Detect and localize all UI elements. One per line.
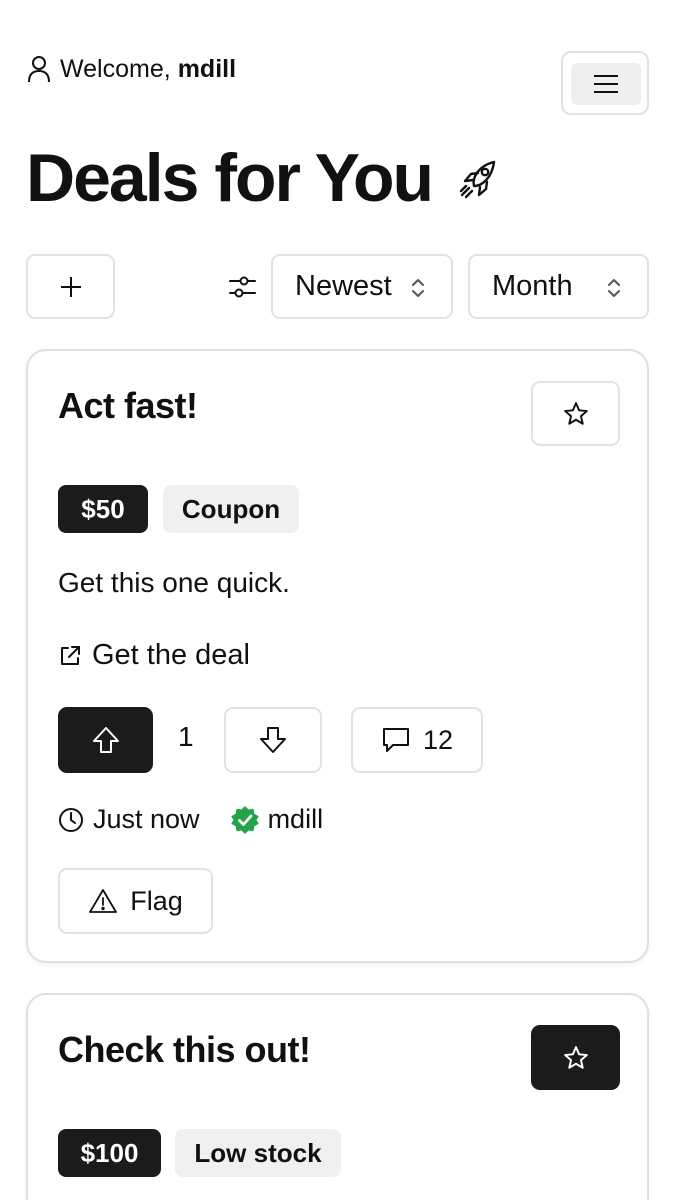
external-link-icon	[61, 645, 80, 665]
welcome-text: Welcome,	[60, 54, 171, 83]
menu-button-inner	[571, 63, 641, 105]
favorite-button[interactable]	[531, 1025, 620, 1090]
clock-icon	[59, 807, 83, 832]
sort-select-value: Newest	[295, 270, 392, 302]
sort-select[interactable]: Newest	[271, 254, 453, 319]
price-tag: $100	[58, 1129, 161, 1177]
price-tag: $50	[58, 485, 148, 533]
deal-card: Check this out! $100 Low stock	[26, 993, 649, 1200]
page-title: Deals for You	[26, 140, 434, 216]
favorite-button[interactable]	[531, 381, 620, 446]
arrow-up-icon	[92, 727, 119, 753]
author-name[interactable]: mdill	[268, 804, 324, 835]
plus-icon	[60, 276, 81, 297]
period-select[interactable]: Month	[468, 254, 649, 319]
message-icon	[382, 728, 409, 752]
period-select-value: Month	[492, 270, 573, 302]
star-icon	[563, 401, 588, 425]
get-deal-label: Get the deal	[92, 639, 250, 671]
get-deal-link[interactable]: Get the deal	[58, 639, 250, 672]
posted-time: Just now	[93, 804, 200, 834]
arrow-down-icon	[260, 727, 286, 753]
downvote-button[interactable]	[224, 707, 322, 773]
upvote-button[interactable]	[58, 707, 153, 773]
welcome-message: Welcome, mdill	[27, 52, 236, 86]
vote-count: 1	[178, 721, 194, 752]
deal-title: Check this out!	[58, 1029, 311, 1070]
flag-label: Flag	[130, 885, 183, 916]
hamburger-menu-icon	[594, 75, 618, 93]
warning-triangle-icon	[89, 889, 118, 913]
menu-button[interactable]	[561, 51, 649, 115]
category-tag: Low stock	[175, 1129, 341, 1177]
add-deal-button[interactable]	[26, 254, 115, 319]
welcome-username: mdill	[177, 54, 237, 83]
deal-meta: Just now mdill	[58, 804, 323, 835]
chevron-up-down-icon	[412, 279, 424, 297]
comments-button[interactable]: 12	[351, 707, 483, 773]
deal-description: Get this one quick.	[58, 567, 290, 598]
rocket-icon	[459, 160, 496, 199]
deal-card: Act fast! $50 Coupon Get this one quick.…	[26, 349, 649, 963]
sliders-icon[interactable]	[226, 271, 258, 303]
deal-title: Act fast!	[58, 385, 198, 426]
flag-button[interactable]: Flag	[58, 868, 213, 934]
comment-count: 12	[422, 724, 454, 755]
star-icon	[563, 1045, 588, 1069]
verified-badge-icon	[230, 805, 259, 834]
user-icon	[28, 56, 50, 83]
chevron-up-down-icon	[608, 279, 620, 297]
category-tag: Coupon	[163, 485, 299, 533]
